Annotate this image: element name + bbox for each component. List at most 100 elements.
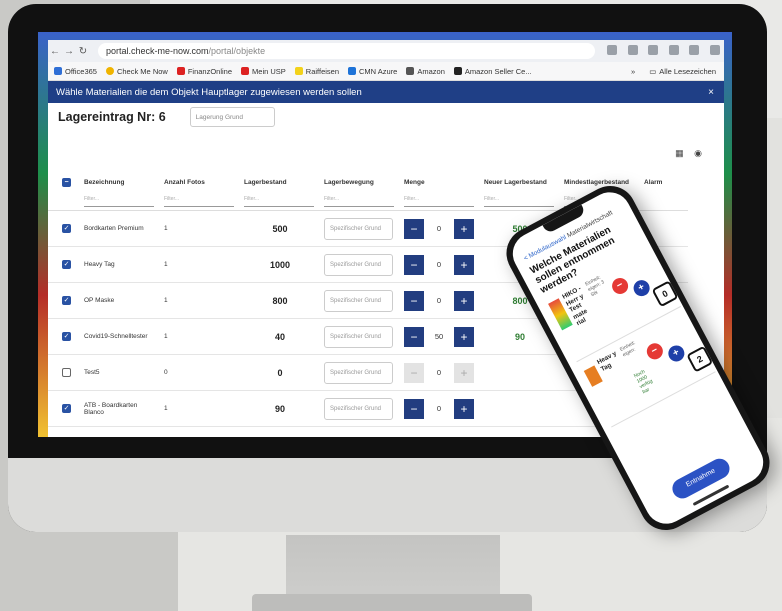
col-header[interactable]: Menge <box>400 172 480 192</box>
decrease-button[interactable]: − <box>609 275 631 297</box>
table-header-row: − Bezeichnung Anzahl Fotos Lagerbestand … <box>48 172 688 192</box>
table-tools: ▦ ◉ <box>675 148 702 159</box>
row-checkbox[interactable] <box>62 368 71 377</box>
select-all-checkbox[interactable]: − <box>62 177 71 187</box>
menu-icon[interactable] <box>710 45 720 55</box>
filter-input[interactable]: Filter... <box>164 196 234 207</box>
reload-icon[interactable]: ↻ <box>76 46 90 57</box>
modal-title: Wähle Materialien die dem Objekt Hauptla… <box>56 86 362 98</box>
azure-icon <box>348 67 357 75</box>
amazon-icon <box>406 67 415 75</box>
movement-reason-input[interactable]: Spezifischer Grund <box>324 253 393 276</box>
row-checkbox[interactable]: ✓ <box>62 260 71 269</box>
col-header[interactable]: Alarm <box>640 172 688 192</box>
url-host: portal.check-me-now.com <box>106 46 209 56</box>
hide-columns-icon[interactable]: ◉ <box>694 148 702 158</box>
bookmark-check-me-now[interactable]: Check Me Now <box>105 67 168 76</box>
modal-header: Wähle Materialien die dem Objekt Hauptla… <box>48 81 724 103</box>
zoom-icon[interactable] <box>627 45 638 55</box>
col-header[interactable]: Neuer Lagerbestand <box>480 172 560 192</box>
profile-icon[interactable] <box>689 45 700 55</box>
plus-button[interactable]: + <box>454 254 474 275</box>
cell-stock: 0 <box>240 354 320 391</box>
address-bar[interactable]: portal.check-me-now.com/portal/objekte <box>98 43 596 59</box>
col-header[interactable]: Lagerbewegung <box>320 172 400 192</box>
bookmarks-right: » ▭ Alle Lesezeichen <box>631 67 716 76</box>
bookmark-amazon[interactable]: Amazon <box>406 67 445 76</box>
plus-button[interactable]: + <box>454 326 474 347</box>
cell-photos: 1 <box>160 318 240 355</box>
quantity-value[interactable]: 0 <box>424 296 454 305</box>
quantity-value[interactable]: 0 <box>424 368 454 377</box>
quantity-stepper: −50 + <box>404 326 476 347</box>
row-checkbox[interactable]: ✓ <box>62 404 71 413</box>
minus-button[interactable]: − <box>404 326 424 347</box>
minus-button[interactable]: − <box>404 398 424 419</box>
filter-input[interactable]: Filter... <box>324 196 394 207</box>
cell-name: OP Maske <box>80 282 160 319</box>
movement-reason-input[interactable]: Spezifischer Grund <box>324 325 393 348</box>
plus-button[interactable]: + <box>454 362 474 383</box>
quantity-value[interactable]: 0 <box>424 224 454 233</box>
row-checkbox[interactable]: ✓ <box>62 296 71 305</box>
col-header[interactable]: Lagerbestand <box>240 172 320 192</box>
bookmarks-bar: Office365 Check Me Now FinanzOnline Mein… <box>48 62 724 81</box>
minus-button[interactable]: − <box>404 290 424 311</box>
minus-button[interactable]: − <box>404 362 424 383</box>
star-icon[interactable] <box>648 45 659 55</box>
filter-input[interactable]: Filter... <box>404 196 474 207</box>
raiffeisen-icon <box>294 67 303 75</box>
quantity-value[interactable]: 0 <box>424 260 454 269</box>
bookmark-office365[interactable]: Office365 <box>54 67 97 76</box>
share-icon[interactable] <box>607 45 618 55</box>
plus-button[interactable]: + <box>454 218 474 239</box>
row-checkbox[interactable]: ✓ <box>62 224 71 233</box>
item-info: Einheit: eigen: 3 Stk <box>584 274 606 299</box>
bookmark-finanzonline[interactable]: FinanzOnline <box>176 67 232 76</box>
bookmark-cmn-azure[interactable]: CMN Azure <box>348 67 397 76</box>
col-header[interactable]: Anzahl Fotos <box>160 172 240 192</box>
cell-photos: 1 <box>160 390 240 427</box>
bookmark-raiffeisen[interactable]: Raiffeisen <box>294 67 339 76</box>
plus-button[interactable]: + <box>454 398 474 419</box>
minus-button[interactable]: − <box>404 254 424 275</box>
movement-reason-input[interactable]: Spezifischer Grund <box>324 361 393 384</box>
back-icon[interactable]: ← <box>48 46 62 57</box>
cell-stock: 90 <box>240 390 320 427</box>
plus-button[interactable]: + <box>454 290 474 311</box>
extension-icon[interactable] <box>668 45 679 55</box>
col-header[interactable]: Bezeichnung <box>80 172 160 192</box>
amazon-seller-icon <box>453 67 462 75</box>
browser-toolbar: ← → ↻ portal.check-me-now.com/portal/obj… <box>48 40 724 62</box>
quantity-value[interactable]: 50 <box>424 332 454 341</box>
cell-new-stock <box>480 390 560 427</box>
save-icon[interactable]: ▦ <box>675 148 684 158</box>
quantity-stepper: −0 + <box>404 254 476 275</box>
cell-name: Covid19-Schnelltester <box>80 318 160 355</box>
close-icon[interactable]: × <box>708 87 714 98</box>
all-bookmarks[interactable]: Alle Lesezeichen <box>659 67 716 76</box>
usp-icon <box>241 67 250 75</box>
increase-button[interactable]: + <box>665 342 688 365</box>
filter-input[interactable]: Filter... <box>84 196 154 207</box>
decrease-button[interactable]: − <box>644 340 666 363</box>
forward-icon[interactable]: → <box>62 46 76 57</box>
movement-reason-input[interactable]: Spezifischer Grund <box>324 289 393 312</box>
quantity-value[interactable]: 0 <box>424 404 454 413</box>
row-checkbox[interactable]: ✓ <box>62 332 71 341</box>
movement-reason-input[interactable]: Spezifischer Grund <box>324 217 393 240</box>
increase-button[interactable]: + <box>630 277 653 299</box>
cell-stock: 40 <box>240 318 320 355</box>
withdraw-button[interactable]: Entnahme <box>668 455 734 502</box>
bookmarks-more[interactable]: » <box>631 67 635 76</box>
filter-input[interactable]: Filter... <box>244 196 314 207</box>
cell-new-stock <box>480 354 560 391</box>
minus-button[interactable]: − <box>404 218 424 239</box>
cell-stock: 800 <box>240 282 320 319</box>
filter-input[interactable]: Filter... <box>484 196 554 207</box>
reason-input[interactable]: Lagerung Grund <box>189 107 275 127</box>
movement-reason-input[interactable]: Spezifischer Grund <box>324 397 393 420</box>
bookmark-amazon-seller[interactable]: Amazon Seller Ce... <box>453 67 532 76</box>
bookmark-mein-usp[interactable]: Mein USP <box>241 67 286 76</box>
cell-photos: 1 <box>160 282 240 319</box>
